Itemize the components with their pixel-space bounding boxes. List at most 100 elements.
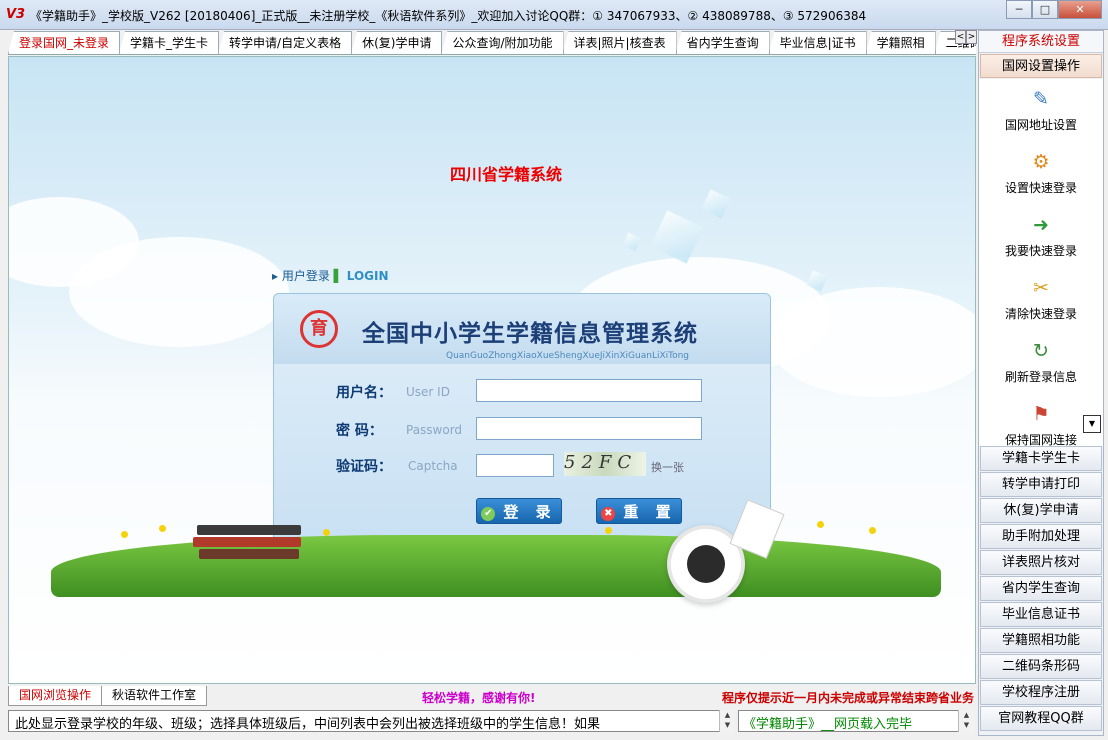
function-button-list: 学籍卡学生卡 转学申请打印 休(复)学申请 助手附加处理 详表照片核对 省内学生… — [979, 445, 1103, 732]
photo-function-button[interactable]: 学籍照相功能 — [980, 628, 1102, 653]
flower-decoration — [121, 531, 128, 538]
password-hint: Password — [406, 423, 463, 437]
maximize-button[interactable]: □ — [1032, 0, 1058, 19]
captcha-image[interactable]: 52FC — [564, 452, 646, 476]
flower-decoration — [605, 527, 612, 534]
tab-web-browse[interactable]: 国网浏览操作 — [8, 686, 103, 706]
tab-scroll-right-icon[interactable]: > — [966, 30, 977, 44]
tool-label: 刷新登录信息 — [1004, 370, 1077, 384]
system-title: 全国中小学生学籍信息管理系统 — [362, 321, 698, 347]
login-label-text: ▸ 用户登录 — [272, 269, 330, 283]
register-button[interactable]: 学校程序注册 — [980, 680, 1102, 705]
tab-details[interactable]: 详表|照片|核查表 — [562, 31, 677, 54]
tab-student-card[interactable]: 学籍卡_学生卡 — [119, 31, 220, 54]
cloud-decoration — [69, 237, 289, 347]
tool-url-settings[interactable]: ✎ 国网地址设置 — [979, 79, 1103, 142]
app-icon: V3 — [6, 7, 26, 22]
province-query-button[interactable]: 省内学生查询 — [980, 576, 1102, 601]
cloud-decoration — [769, 287, 975, 397]
tab-graduation[interactable]: 毕业信息|证书 — [768, 31, 867, 54]
flower-decoration — [159, 525, 166, 532]
main-tab-bar: 登录国网_未登录 学籍卡_学生卡 转学申请/自定义表格 休(复)学申请 公众查询… — [8, 31, 976, 55]
login-button[interactable]: ✔ 登 录 — [476, 498, 562, 524]
tab-province-query[interactable]: 省内学生查询 — [675, 31, 770, 54]
graduation-button[interactable]: 毕业信息证书 — [980, 602, 1102, 627]
tab-studio[interactable]: 秋语软件工作室 — [101, 686, 208, 706]
grass-decoration — [51, 535, 941, 597]
photo-check-button[interactable]: 详表照片核对 — [980, 550, 1102, 575]
login-button-label: 登 录 — [503, 503, 557, 521]
flower-decoration — [869, 527, 876, 534]
tab-photo[interactable]: 学籍照相 — [865, 31, 936, 54]
reset-button-label: 重 置 — [623, 503, 677, 521]
province-title: 四川省学籍系统 — [450, 165, 563, 184]
tab-suspension[interactable]: 休(复)学申请 — [351, 31, 443, 54]
books-decoration — [193, 525, 305, 565]
window-controls: ─ □ ✕ — [1006, 0, 1102, 20]
student-card-button[interactable]: 学籍卡学生卡 — [980, 446, 1102, 471]
tab-scroll-left-icon[interactable]: < — [955, 30, 966, 44]
cross-icon: ✖ — [601, 507, 616, 521]
captcha-hint: Captcha — [408, 459, 458, 473]
check-icon: ✔ — [481, 507, 496, 521]
qrcode-button[interactable]: 二维码条形码 — [980, 654, 1102, 679]
username-input[interactable] — [476, 379, 702, 402]
tool-clear-quick-login[interactable]: ✂ 清除快速登录 — [979, 268, 1103, 331]
tool-quick-login[interactable]: ➜ 我要快速登录 — [979, 205, 1103, 268]
cube-decoration — [650, 210, 704, 264]
edit-icon: ✎ — [1033, 88, 1049, 110]
login-panel-header: 育 全国中小学生学籍信息管理系统 QuanGuoZhongXiaoXueShen… — [274, 294, 770, 364]
login-label-separator: ▌ — [333, 269, 343, 283]
flower-decoration — [817, 521, 824, 528]
flower-decoration — [323, 529, 330, 536]
slogan-text: 轻松学籍，感谢有你! — [422, 691, 536, 705]
transfer-print-button[interactable]: 转学申请打印 — [980, 472, 1102, 497]
captcha-refresh-link[interactable]: 换一张 — [651, 459, 684, 475]
close-button[interactable]: ✕ — [1058, 0, 1102, 19]
chevron-down-icon[interactable]: ▼ — [1083, 415, 1101, 433]
tab-transfer[interactable]: 转学申请/自定义表格 — [218, 31, 353, 54]
suspension-button[interactable]: 休(复)学申请 — [980, 498, 1102, 523]
gear-icon: ⚙ — [1032, 151, 1050, 173]
cube-decoration — [701, 189, 731, 219]
cube-decoration — [622, 232, 642, 252]
title-bar: V3 《学籍助手》_学校版_V262 [20180406]_正式版__未注册学校… — [0, 0, 1108, 30]
tool-label: 设置快速登录 — [1004, 181, 1077, 195]
reset-button[interactable]: ✖ 重 置 — [596, 498, 682, 524]
login-label: ▸ 用户登录 ▌ LOGIN — [272, 267, 389, 284]
tab-public-query[interactable]: 公众查询/附加功能 — [441, 31, 564, 54]
tool-label: 我要快速登录 — [1004, 244, 1077, 258]
right-panel-subheader[interactable]: 国网设置操作 — [980, 54, 1102, 78]
right-panel: 程序系统设置 国网设置操作 ✎ 国网地址设置 ⚙ 设置快速登录 ➜ 我要快速登录… — [978, 30, 1104, 736]
status-message: 此处显示登录学校的年级、班级；选择具体班级后，中间列表中会列出被选择班级中的学生… — [8, 710, 735, 732]
captcha-label: 验证码： — [336, 459, 392, 475]
web-view: 四川省学籍系统 ▸ 用户登录 ▌ LOGIN 育 全国中小学生学籍信息管理系统 … — [8, 56, 976, 684]
login-label-en: LOGIN — [346, 269, 389, 283]
password-label: 密 码： — [336, 423, 383, 439]
window-title: 《学籍助手》_学校版_V262 [20180406]_正式版__未注册学校_《秋… — [30, 9, 867, 23]
username-label: 用户名： — [336, 385, 392, 401]
minimize-button[interactable]: ─ — [1006, 0, 1032, 19]
arrow-icon: ➜ — [1033, 214, 1049, 236]
notice-text: 程序仅提示近一月内未完成或异常结束跨省业务 — [722, 691, 975, 705]
password-input[interactable] — [476, 417, 702, 440]
scissors-icon: ✂ — [1033, 277, 1049, 299]
status2-scroll-arrow-icon[interactable]: ▲ ▼ — [958, 710, 974, 732]
system-pinyin: QuanGuoZhongXiaoXueShengXueJiXinXiGuanLi… — [446, 351, 690, 361]
username-hint: User ID — [406, 385, 450, 399]
tab-login[interactable]: 登录国网_未登录 — [8, 31, 121, 54]
status-load: 《学籍助手》__网页载入完毕 — [738, 710, 974, 732]
right-panel-header[interactable]: 程序系统设置 — [979, 31, 1103, 53]
addon-button[interactable]: 助手附加处理 — [980, 524, 1102, 549]
tool-label: 国网地址设置 — [1004, 118, 1077, 132]
tool-set-quick-login[interactable]: ⚙ 设置快速登录 — [979, 142, 1103, 205]
refresh-icon: ↻ — [1033, 340, 1049, 362]
tab-scroll: < > — [955, 30, 977, 44]
captcha-input[interactable] — [476, 454, 554, 477]
tool-refresh-login[interactable]: ↻ 刷新登录信息 — [979, 331, 1103, 394]
system-logo-icon: 育 — [300, 310, 338, 348]
tool-list: ✎ 国网地址设置 ⚙ 设置快速登录 ➜ 我要快速登录 ✂ 清除快速登录 ↻ 刷新… — [979, 79, 1103, 447]
status-scroll-arrow-icon[interactable]: ▲ ▼ — [719, 710, 735, 732]
tutorial-button[interactable]: 官网教程QQ群 — [980, 706, 1102, 731]
tool-label: 清除快速登录 — [1004, 307, 1077, 321]
